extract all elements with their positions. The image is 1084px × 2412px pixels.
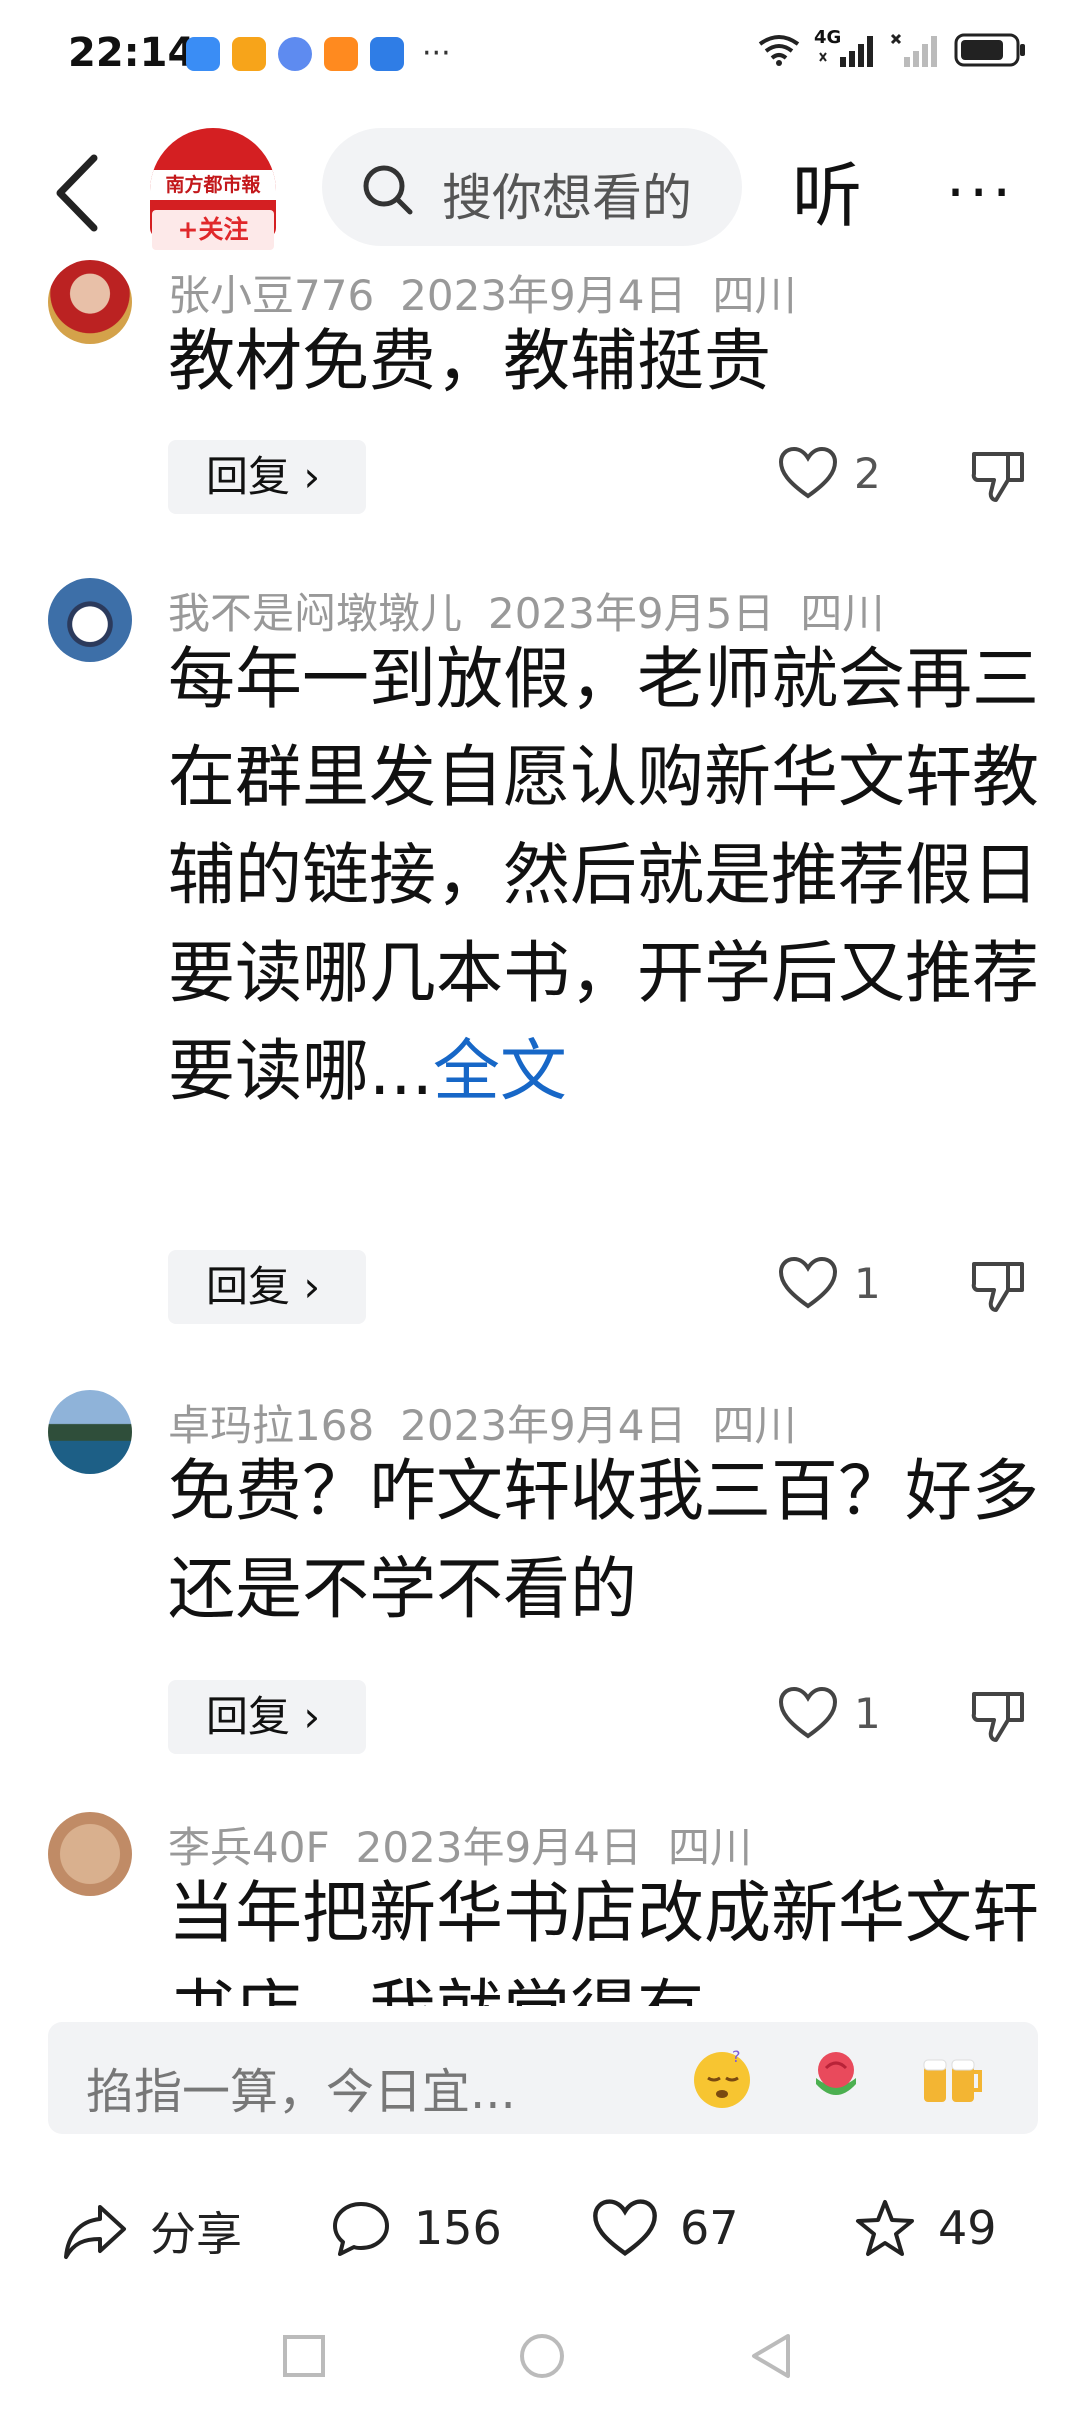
chevron-right-icon: › [290,1262,321,1311]
reply-label: 回复 [206,1692,291,1741]
dislike-button[interactable] [968,446,1028,506]
like-count: 1 [854,1258,881,1308]
comment-item: 李兵40F2023年9月4日四川 当年把新华书店改成新华文轩书店，我就觉得有 [0,1812,1084,2006]
recent-apps-button[interactable] [282,2334,326,2378]
reply-button[interactable]: 回复 › [168,1680,366,1754]
wifi-icon [758,35,800,66]
share-label: 分享 [150,2207,242,2261]
comment-count: 156 [414,2201,502,2255]
comment-text-content: 每年一到放假，老师就会再三在群里发自愿认购新华文轩教辅的链接，然后就是推荐假日要… [168,640,1039,1110]
expand-full-text-link[interactable]: 全文 [433,1032,567,1110]
status-time: 22:14 [68,30,196,76]
reply-label: 回复 [206,1262,291,1311]
comment-text: 每年一到放假，老师就会再三在群里发自愿认购新华文轩教辅的链接，然后就是推荐假日要… [168,630,1048,1120]
signal-no-service-icon [890,33,937,67]
comment-input[interactable]: 掐指一算，今日宜... ? [48,2022,1038,2134]
comment-text: 教材免费，教辅挺贵 [168,322,771,400]
more-notifications-icon: ··· [422,36,451,71]
rose-emoji-icon[interactable] [802,2044,870,2112]
heart-icon [778,1686,838,1739]
comment-item: 我不是闷墩墩儿 2023年9月5日 四川 每年一到放假，老师就会再三在群里发自愿认购… [0,578,1084,1388]
user-avatar[interactable] [48,1390,132,1474]
music-app-icon [278,36,312,71]
like-button[interactable]: 1 [778,1686,881,1740]
weather-app-icon [370,36,404,71]
more-menu-button[interactable]: ··· [946,158,1015,228]
user-avatar[interactable] [48,578,132,662]
article-like-button[interactable]: 67 [592,2198,739,2258]
dislike-button[interactable] [968,1256,1028,1316]
comment-item: 张小豆776 2023年9月4日 四川 教材免费，教辅挺贵 回复 › 2 [0,260,1084,570]
publisher-avatar[interactable]: 南方都市報 +关注 [150,128,276,254]
system-navigation-bar [0,2320,1084,2400]
star-icon [856,2200,914,2256]
top-navigation: 南方都市報 +关注 搜你想看的 听 ··· [0,118,1084,258]
search-box[interactable]: 搜你想看的 [322,128,742,246]
heart-icon [778,446,838,499]
dislike-button[interactable] [968,1686,1028,1746]
back-button[interactable] [44,148,114,238]
reply-button[interactable]: 回复 › [168,1250,366,1324]
chevron-right-icon: › [290,452,321,501]
chevron-right-icon: › [290,1692,321,1741]
comment-text: 当年把新华书店改成新华文轩书店，我就觉得有 [168,1874,1039,2006]
like-count: 2 [854,448,881,498]
status-right: 4G [758,27,1028,68]
publisher-logo-text: 南方都市報 [150,170,276,200]
heart-icon [778,1256,838,1309]
comment-bubble-icon [333,2202,389,2256]
heart-icon [593,2199,657,2256]
user-avatar[interactable] [48,260,132,344]
notification-icons: ··· [186,36,451,71]
comment-item: 卓玛拉168 2023年9月4日 四川 免费？咋文轩收我三百？好多还是不学不看的 回… [0,1390,1084,1800]
comment-input-placeholder: 掐指一算，今日宜... [86,2064,516,2120]
status-bar: 22:14 ··· 4G [0,0,1084,110]
listen-button[interactable]: 听 [792,140,862,241]
message-app-icon [186,36,220,71]
like-count: 1 [854,1688,881,1738]
favorite-count: 49 [938,2201,997,2255]
comment-count-button[interactable]: 156 [330,2198,502,2258]
follow-button[interactable]: +关注 [152,210,274,250]
reply-label: 回复 [206,452,291,501]
sleepy-emoji-icon[interactable]: ? [688,2044,756,2112]
comment-text: 免费？咋文轩收我三百？好多还是不学不看的 [168,1452,1039,1628]
task-app-icon [232,36,266,71]
signal-4g-icon: 4G [814,27,876,67]
share-icon [64,2205,126,2259]
article-action-bar: 分享 156 67 49 [0,2180,1084,2280]
svg-text:?: ? [732,2047,741,2066]
search-icon [363,165,413,215]
comment-list: 张小豆776 2023年9月4日 四川 教材免费，教辅挺贵 回复 › 2 我不是闷墩… [0,260,1084,2006]
video-app-icon [324,36,358,71]
reply-button[interactable]: 回复 › [168,440,366,514]
battery-icon [954,33,1025,67]
like-button[interactable]: 2 [778,446,881,500]
cheers-emoji-icon[interactable] [916,2044,984,2112]
share-button[interactable]: 分享 [62,2198,242,2264]
back-nav-button[interactable] [748,2332,796,2380]
like-button[interactable]: 1 [778,1256,881,1310]
home-button[interactable] [518,2332,566,2380]
favorite-button[interactable]: 49 [854,2198,997,2258]
article-like-count: 67 [680,2201,739,2255]
user-avatar[interactable] [48,1812,132,1896]
search-placeholder: 搜你想看的 [442,169,692,227]
